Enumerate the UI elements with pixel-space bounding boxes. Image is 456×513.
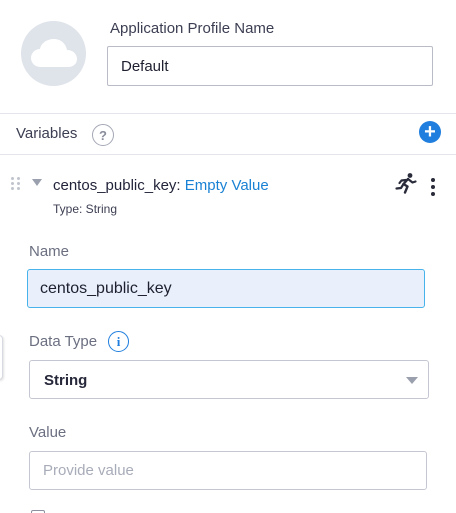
help-icon[interactable]: ? (92, 124, 114, 146)
profile-name-label: Application Profile Name (110, 20, 275, 37)
variable-name-input[interactable] (27, 269, 425, 308)
data-type-label: Data Type (29, 333, 98, 350)
name-label: Name (29, 243, 70, 260)
more-vertical-icon[interactable] (431, 178, 435, 196)
section-divider (0, 154, 456, 155)
running-man-icon[interactable] (395, 172, 417, 199)
variable-title[interactable]: centos_public_key: Empty Value (53, 177, 269, 194)
app-profile-panel: Application Profile Name Variables ? + c… (0, 0, 456, 513)
drag-handle-icon[interactable] (11, 177, 20, 190)
side-drawer-handle[interactable] (0, 335, 3, 380)
section-divider (0, 113, 456, 114)
data-type-selected: String (44, 372, 88, 389)
value-label: Value (29, 424, 67, 441)
data-type-select[interactable]: String (29, 360, 429, 399)
cloud-icon (21, 21, 86, 86)
chevron-down-icon (406, 377, 418, 384)
variables-heading: Variables (16, 125, 78, 142)
variable-type: Type: String (53, 202, 118, 216)
variable-value-summary: Empty Value (184, 177, 269, 194)
add-variable-button[interactable]: + (419, 121, 441, 143)
variable-name: centos_public_key: (53, 177, 181, 194)
profile-name-input[interactable] (107, 46, 433, 86)
value-input[interactable] (29, 451, 427, 490)
collapse-caret-icon[interactable] (32, 179, 42, 186)
info-icon[interactable]: i (108, 331, 129, 352)
